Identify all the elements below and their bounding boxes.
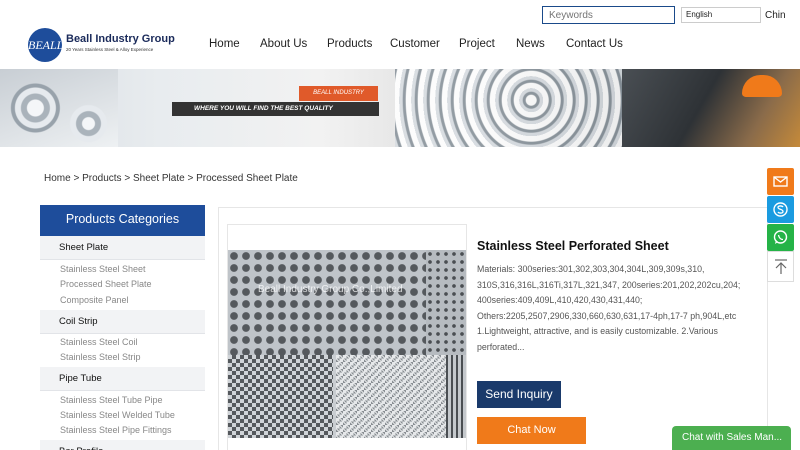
banner-slogan: WHERE YOU WILL FIND THE BEST QUALITY bbox=[172, 102, 379, 116]
nav-contact-us[interactable]: Contact Us bbox=[566, 38, 623, 50]
slot-hole-sheet bbox=[446, 355, 466, 438]
logo-name: Beall Industry Group bbox=[66, 33, 175, 45]
product-title[interactable]: Stainless Steel Perforated Sheet bbox=[477, 239, 669, 253]
star-hole-sheet bbox=[426, 250, 466, 355]
sidebar-item-processed-sheet-plate[interactable]: Processed Sheet Plate bbox=[60, 279, 152, 289]
nav-customer[interactable]: Customer bbox=[390, 38, 440, 50]
sidebar-category-coil-strip[interactable]: Coil Strip bbox=[40, 310, 205, 334]
nav-project[interactable]: Project bbox=[459, 38, 495, 50]
logo-mark: BEALL bbox=[28, 28, 63, 62]
breadcrumb: Home > Products > Sheet Plate > Processe… bbox=[44, 173, 298, 184]
back-to-top-button[interactable] bbox=[767, 251, 794, 282]
image-watermark: Beall Industry Group Co.,Limited bbox=[258, 284, 403, 295]
hero-banner bbox=[0, 69, 800, 147]
banner-brand-label: BEALL INDUSTRY bbox=[299, 86, 378, 101]
nav-about-us[interactable]: About Us bbox=[260, 38, 307, 50]
sales-chat-widget[interactable]: Chat with Sales Man... bbox=[672, 426, 791, 450]
banner-pipes-image bbox=[395, 69, 622, 147]
breadcrumb-products[interactable]: Products bbox=[82, 173, 121, 184]
skype-float-button[interactable] bbox=[767, 196, 794, 223]
breadcrumb-processed-sheet-plate[interactable]: Processed Sheet Plate bbox=[196, 173, 298, 184]
logo-tagline: 20 Years Stainless Steel & Alloy Experie… bbox=[66, 47, 154, 52]
skype-icon bbox=[773, 202, 788, 217]
sidebar-category-bar-profile[interactable]: Bar Profile bbox=[40, 440, 205, 450]
send-inquiry-button[interactable]: Send Inquiry bbox=[477, 381, 561, 408]
sidebar-item-stainless-steel-sheet[interactable]: Stainless Steel Sheet bbox=[60, 264, 146, 274]
breadcrumb-sheet-plate[interactable]: Sheet Plate bbox=[133, 173, 185, 184]
sidebar-item-stainless-steel-welded-tube[interactable]: Stainless Steel Welded Tube bbox=[60, 410, 175, 420]
chat-now-button[interactable]: Chat Now bbox=[477, 417, 586, 444]
language-select[interactable]: English bbox=[681, 7, 761, 23]
sidebar-item-stainless-steel-tube-pipe[interactable]: Stainless Steel Tube Pipe bbox=[60, 395, 163, 405]
search-input[interactable] bbox=[542, 6, 675, 24]
arrow-up-icon bbox=[775, 259, 787, 274]
breadcrumb-home[interactable]: Home bbox=[44, 173, 71, 184]
sidebar-category-sheet-plate[interactable]: Sheet Plate bbox=[40, 236, 205, 260]
square-hole-sheet bbox=[336, 355, 446, 438]
sidebar-item-stainless-steel-strip[interactable]: Stainless Steel Strip bbox=[60, 352, 141, 362]
product-description: Materials: 300series:301,302,303,304,304… bbox=[477, 264, 741, 352]
nav-home[interactable]: Home bbox=[209, 38, 240, 50]
email-float-button[interactable] bbox=[767, 168, 794, 195]
sidebar-category-pipe-tube[interactable]: Pipe Tube bbox=[40, 367, 205, 391]
nav-products[interactable]: Products bbox=[327, 38, 372, 50]
logo[interactable]: BEALL Beall Industry Group 20 Years Stai… bbox=[28, 28, 175, 62]
sidebar-title: Products Categories bbox=[40, 205, 205, 236]
email-icon bbox=[773, 176, 788, 187]
sidebar-item-stainless-steel-coil[interactable]: Stainless Steel Coil bbox=[60, 337, 138, 347]
language-option-chinese[interactable]: Chin bbox=[765, 10, 786, 21]
whatsapp-icon bbox=[773, 230, 788, 244]
top-header: English Chin BEALL Beall Industry Group … bbox=[0, 0, 800, 69]
banner-coils-image bbox=[0, 69, 118, 147]
whatsapp-float-button[interactable] bbox=[767, 224, 794, 251]
diamond-hole-sheet bbox=[228, 355, 333, 438]
nav-news[interactable]: News bbox=[516, 38, 545, 50]
sidebar-item-composite-panel[interactable]: Composite Panel bbox=[60, 295, 129, 305]
sidebar-item-stainless-steel-pipe-fittings[interactable]: Stainless Steel Pipe Fittings bbox=[60, 425, 172, 435]
product-image[interactable] bbox=[228, 250, 466, 438]
